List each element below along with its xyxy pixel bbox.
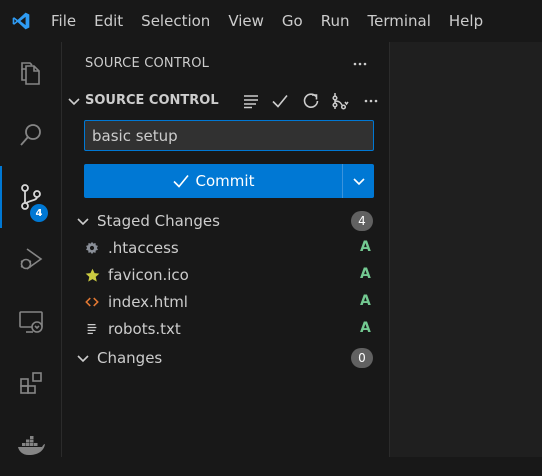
- chevron-down-icon: [66, 93, 82, 113]
- chevron-down-icon: [75, 350, 91, 370]
- source-control-section-header[interactable]: SOURCE CONTROL: [62, 88, 390, 114]
- chevron-down-icon: [351, 173, 367, 189]
- source-control-icon[interactable]: 4: [0, 166, 62, 228]
- changes-label: Changes: [97, 349, 163, 367]
- commit-message-input[interactable]: [84, 120, 374, 151]
- run-debug-icon[interactable]: [0, 228, 62, 290]
- activity-bar: 4: [0, 42, 62, 457]
- menu-edit[interactable]: Edit: [85, 0, 132, 42]
- html-file-icon: [84, 294, 100, 310]
- file-status-added: A: [360, 266, 371, 282]
- commit-check-icon[interactable]: [268, 89, 292, 113]
- source-control-badge: 4: [30, 204, 48, 222]
- extensions-icon[interactable]: [0, 352, 62, 414]
- star-file-icon: [84, 267, 100, 283]
- editor-area: [390, 42, 542, 457]
- file-row[interactable]: index.html A: [62, 289, 390, 316]
- check-icon: [172, 172, 190, 190]
- changes-group[interactable]: Changes 0: [62, 345, 390, 372]
- file-name: .htaccess: [108, 239, 179, 257]
- more-actions-icon[interactable]: [359, 89, 383, 113]
- staged-changes-label: Staged Changes: [97, 212, 220, 230]
- view-as-list-icon[interactable]: [239, 89, 263, 113]
- docker-icon[interactable]: [0, 414, 62, 476]
- file-row[interactable]: favicon.ico A: [62, 262, 390, 289]
- commit-button[interactable]: Commit: [84, 164, 342, 198]
- vscode-logo-icon: [0, 0, 42, 42]
- chevron-down-icon: [75, 213, 91, 233]
- search-icon[interactable]: [0, 104, 62, 166]
- title-bar: File Edit Selection View Go Run Terminal…: [0, 0, 542, 42]
- file-status-added: A: [360, 293, 371, 309]
- menu-file[interactable]: File: [42, 0, 85, 42]
- staged-changes-group[interactable]: Staged Changes 4: [62, 208, 390, 235]
- file-row[interactable]: robots.txt A: [62, 316, 390, 343]
- more-actions-icon[interactable]: [348, 52, 372, 76]
- file-name: index.html: [108, 293, 188, 311]
- commit-button-label: Commit: [195, 172, 255, 190]
- staged-count-badge: 4: [351, 211, 373, 231]
- menu-go[interactable]: Go: [273, 0, 312, 42]
- menu-run[interactable]: Run: [312, 0, 359, 42]
- refresh-icon[interactable]: [299, 89, 323, 113]
- menu-selection[interactable]: Selection: [132, 0, 219, 42]
- changes-count-badge: 0: [351, 348, 373, 368]
- sidebar: SOURCE CONTROL SOURCE CONTROL basic setu…: [62, 42, 390, 457]
- gear-file-icon: [84, 240, 100, 256]
- file-name: robots.txt: [108, 320, 181, 338]
- panel-title: SOURCE CONTROL: [85, 56, 210, 71]
- file-status-added: A: [360, 320, 371, 336]
- remote-explorer-icon[interactable]: [0, 290, 62, 352]
- menu-help[interactable]: Help: [440, 0, 492, 42]
- menu-terminal[interactable]: Terminal: [359, 0, 440, 42]
- explorer-icon[interactable]: [0, 42, 62, 104]
- commit-graph-icon[interactable]: [328, 89, 352, 113]
- file-status-added: A: [360, 239, 371, 255]
- menu-view[interactable]: View: [219, 0, 273, 42]
- section-title: SOURCE CONTROL: [85, 93, 219, 108]
- commit-options-button[interactable]: [342, 164, 374, 198]
- text-file-icon: [84, 321, 100, 337]
- file-row[interactable]: .htaccess A: [62, 235, 390, 262]
- file-name: favicon.ico: [108, 266, 189, 284]
